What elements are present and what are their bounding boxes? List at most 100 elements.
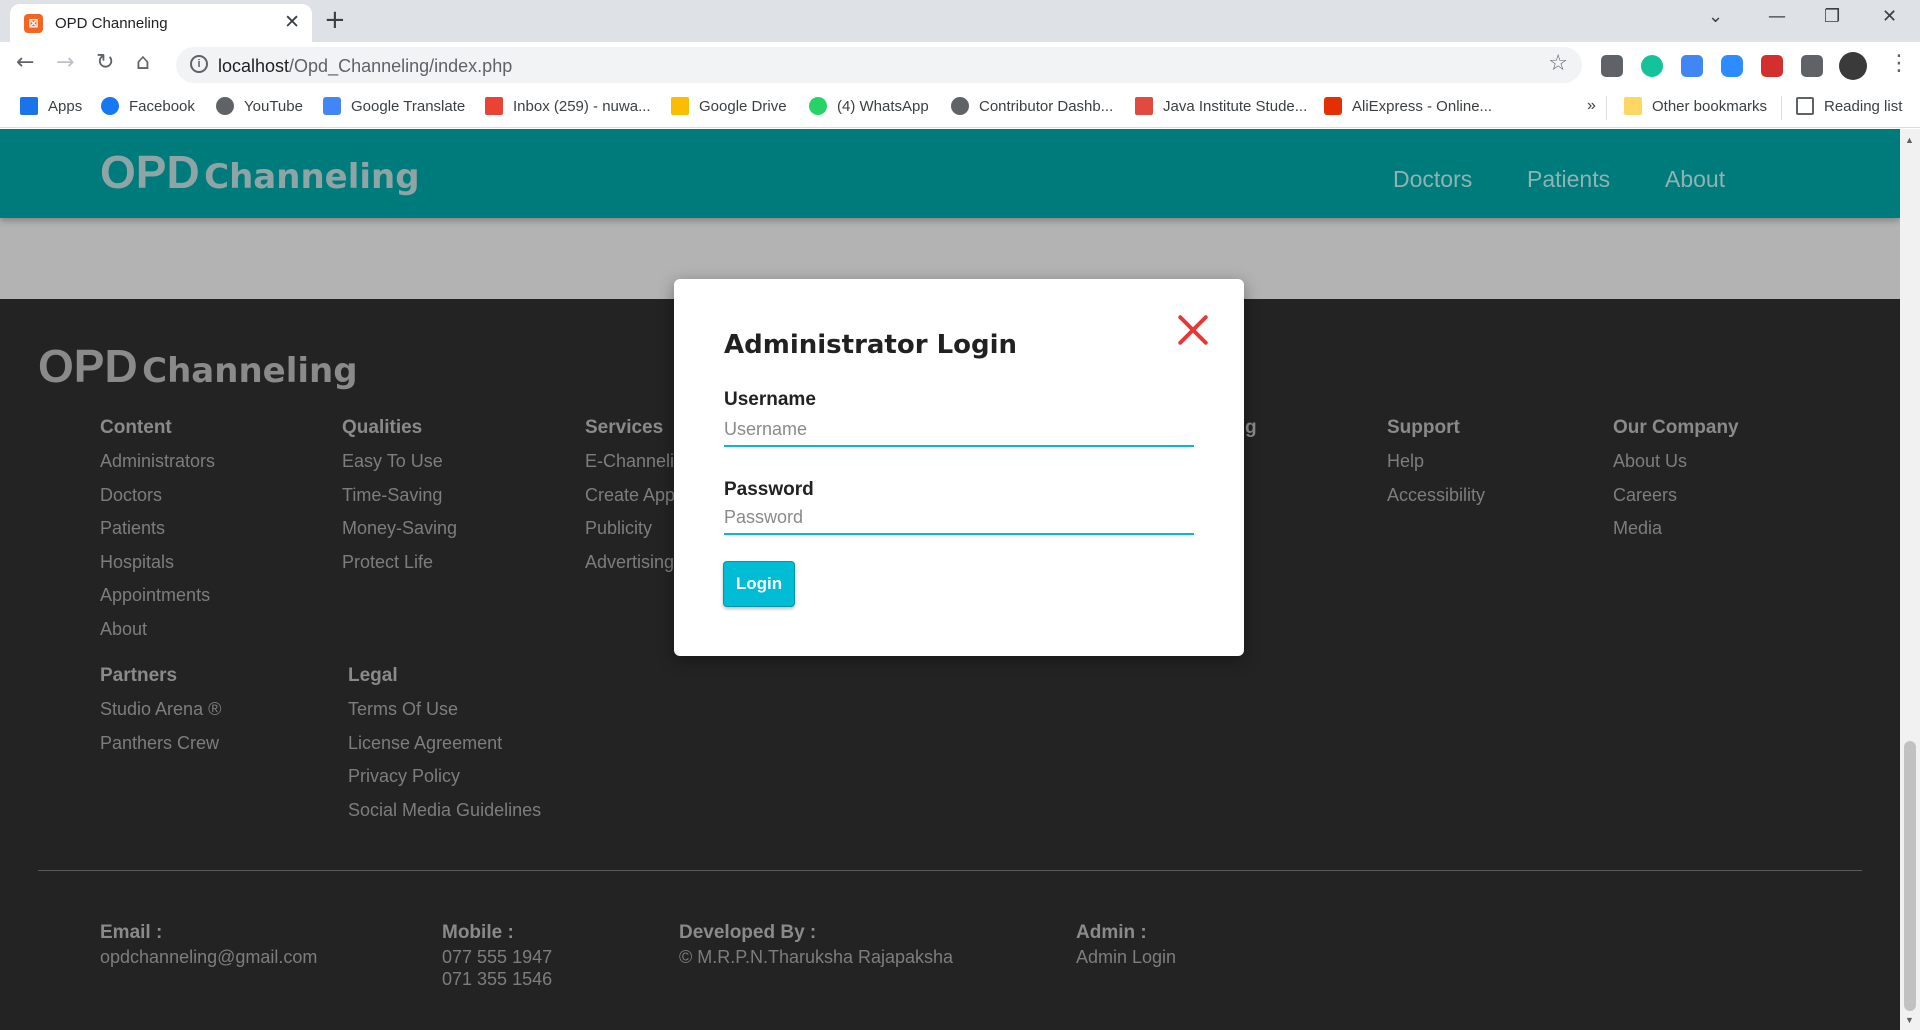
pdf-ext-icon[interactable] xyxy=(1761,55,1783,77)
drive-icon xyxy=(671,97,689,115)
footer-mobile-2: 071 355 1546 xyxy=(442,969,553,989)
nav-link-about[interactable]: About xyxy=(1665,166,1725,193)
bookmark-youtube[interactable]: YouTube xyxy=(216,97,303,115)
zoom-ext-icon[interactable] xyxy=(1721,55,1743,77)
footer-admin-title: Admin : xyxy=(1076,922,1147,943)
footer-col-legal-title: Legal xyxy=(348,665,398,686)
scrollbar-thumb[interactable] xyxy=(1904,741,1916,1011)
footer-email-value[interactable]: opdchanneling@gmail.com xyxy=(100,947,317,968)
close-x-icon[interactable] xyxy=(1176,313,1210,347)
translate-ext-icon[interactable] xyxy=(1681,55,1703,77)
bookmark-facebook[interactable]: Facebook xyxy=(101,97,195,115)
home-icon[interactable]: ⌂ xyxy=(136,50,150,75)
browser-tab[interactable]: ⊠ OPD Channeling ✕ xyxy=(10,4,312,42)
profile-avatar[interactable] xyxy=(1839,52,1867,80)
footer-link[interactable]: Help xyxy=(1387,451,1424,472)
bookmark-apps[interactable]: Apps xyxy=(20,97,82,115)
page-viewport: OPD Channeling Doctors Patients About OP… xyxy=(0,129,1900,1030)
scroll-up-arrow-icon[interactable]: ▲ xyxy=(1905,135,1914,145)
footer-link[interactable]: Panthers Crew xyxy=(100,733,219,754)
footer-link[interactable]: Administrators xyxy=(100,451,215,472)
bookmark-whatsapp[interactable]: (4) WhatsApp xyxy=(809,97,929,115)
footer-link[interactable]: Appointments xyxy=(100,585,210,606)
footer-col-partners-title: Partners xyxy=(100,665,178,686)
grammarly-icon[interactable] xyxy=(1641,55,1663,77)
restore-icon[interactable]: ❐ xyxy=(1824,6,1840,27)
site-info-icon[interactable]: i xyxy=(190,55,208,73)
footer-link[interactable]: Privacy Policy xyxy=(348,766,460,787)
username-input[interactable] xyxy=(724,413,1194,447)
folder-icon xyxy=(1624,97,1642,115)
gmail-icon xyxy=(485,97,503,115)
footer-link[interactable]: Patients xyxy=(100,518,165,539)
browser-menu-kebab-icon[interactable]: ⋮ xyxy=(1888,51,1910,76)
footer-link[interactable]: Money-Saving xyxy=(342,518,457,539)
footer-link[interactable]: Create App xyxy=(585,485,675,506)
bookmark-gmail-inbox[interactable]: Inbox (259) - nuwa... xyxy=(485,97,651,115)
java-icon xyxy=(1135,97,1153,115)
footer-link[interactable]: Careers xyxy=(1613,485,1677,506)
nav-link-doctors[interactable]: Doctors xyxy=(1393,166,1472,193)
bookmark-star-icon[interactable]: ☆ xyxy=(1548,51,1568,76)
bookmark-google-translate[interactable]: Google Translate xyxy=(323,97,465,115)
password-input[interactable] xyxy=(724,501,1194,535)
modal-title: Administrator Login xyxy=(724,330,1018,360)
bookmark-aliexpress[interactable]: AliExpress - Online... xyxy=(1324,97,1492,115)
footer-link[interactable]: Easy To Use xyxy=(342,451,443,472)
footer-divider xyxy=(38,870,1862,871)
bookmark-other-bookmarks[interactable]: Other bookmarks xyxy=(1624,97,1767,115)
footer-link[interactable]: E-Channeli xyxy=(585,451,674,472)
back-arrow-icon[interactable]: ← xyxy=(16,50,34,75)
reload-icon[interactable]: ↻ xyxy=(96,50,114,75)
footer-link[interactable]: License Agreement xyxy=(348,733,502,754)
site-brand-logo[interactable]: OPD Channeling xyxy=(100,145,420,199)
browser-toolbar: ← → ↻ ⌂ i localhost/Opd_Channeling/index… xyxy=(0,42,1920,88)
aliexpress-icon xyxy=(1324,97,1342,115)
footer-link[interactable]: Accessibility xyxy=(1387,485,1485,506)
new-tab-plus-icon[interactable]: + xyxy=(324,5,346,35)
footer-link[interactable]: About xyxy=(100,619,147,640)
nav-link-patients[interactable]: Patients xyxy=(1527,166,1610,193)
footer-link[interactable]: Hospitals xyxy=(100,552,174,573)
window-close-icon[interactable]: ✕ xyxy=(1882,6,1897,27)
footer-link[interactable]: Publicity xyxy=(585,518,652,539)
minimize-icon[interactable]: — xyxy=(1768,6,1786,27)
site-navbar: OPD Channeling Doctors Patients About xyxy=(0,129,1900,218)
browser-tab-strip: ⊠ OPD Channeling ✕ + ⌄ — ❐ ✕ xyxy=(0,0,1920,42)
admin-login-link[interactable]: Admin Login xyxy=(1076,947,1176,968)
globe-icon xyxy=(216,97,234,115)
reader-mode-icon[interactable] xyxy=(1601,55,1623,77)
bookmarks-overflow-chevron-icon[interactable]: » xyxy=(1587,97,1596,115)
footer-developer-title: Developed By : xyxy=(679,922,817,943)
footer-email-title: Email : xyxy=(100,922,163,943)
footer-link[interactable]: Time-Saving xyxy=(342,485,442,506)
footer-link[interactable]: Studio Arena ® xyxy=(100,699,221,720)
bookmarks-bar: Apps Facebook YouTube Google Translate I… xyxy=(0,88,1920,128)
footer-link[interactable]: Social Media Guidelines xyxy=(348,800,541,821)
reading-list-button[interactable]: Reading list xyxy=(1796,97,1902,115)
close-tab-icon[interactable]: ✕ xyxy=(284,11,300,33)
footer-link[interactable]: Terms Of Use xyxy=(348,699,458,720)
footer-link[interactable]: Doctors xyxy=(100,485,162,506)
forward-arrow-icon[interactable]: → xyxy=(56,50,74,75)
address-bar[interactable]: i localhost/Opd_Channeling/index.php ☆ xyxy=(176,47,1582,83)
footer-developer-value: © M.R.P.N.Tharuksha Rajapaksha xyxy=(679,947,954,967)
page-scrollbar[interactable]: ▲ ▼ xyxy=(1900,129,1920,1030)
footer-col-support-title: Support xyxy=(1387,417,1460,438)
bookmark-java-institute[interactable]: Java Institute Stude... xyxy=(1135,97,1307,115)
footer-col-services-title: Services xyxy=(585,417,664,438)
tab-search-chevron-icon[interactable]: ⌄ xyxy=(1708,6,1723,27)
bookmark-google-drive[interactable]: Google Drive xyxy=(671,97,787,115)
login-button[interactable]: Login xyxy=(723,561,795,607)
scroll-down-arrow-icon[interactable]: ▼ xyxy=(1905,1015,1914,1025)
extensions-puzzle-icon[interactable] xyxy=(1801,55,1823,77)
footer-link[interactable]: Advertising xyxy=(585,552,674,573)
username-label: Username xyxy=(724,389,816,410)
reading-list-icon xyxy=(1796,97,1814,115)
bookmark-contributor-dashboard[interactable]: Contributor Dashb... xyxy=(951,97,1113,115)
footer-link[interactable]: About Us xyxy=(1613,451,1687,472)
footer-link[interactable]: Protect Life xyxy=(342,552,433,573)
url-text[interactable]: localhost/Opd_Channeling/index.php xyxy=(218,56,512,77)
url-path: /Opd_Channeling/index.php xyxy=(289,56,513,76)
footer-link[interactable]: Media xyxy=(1613,518,1662,539)
